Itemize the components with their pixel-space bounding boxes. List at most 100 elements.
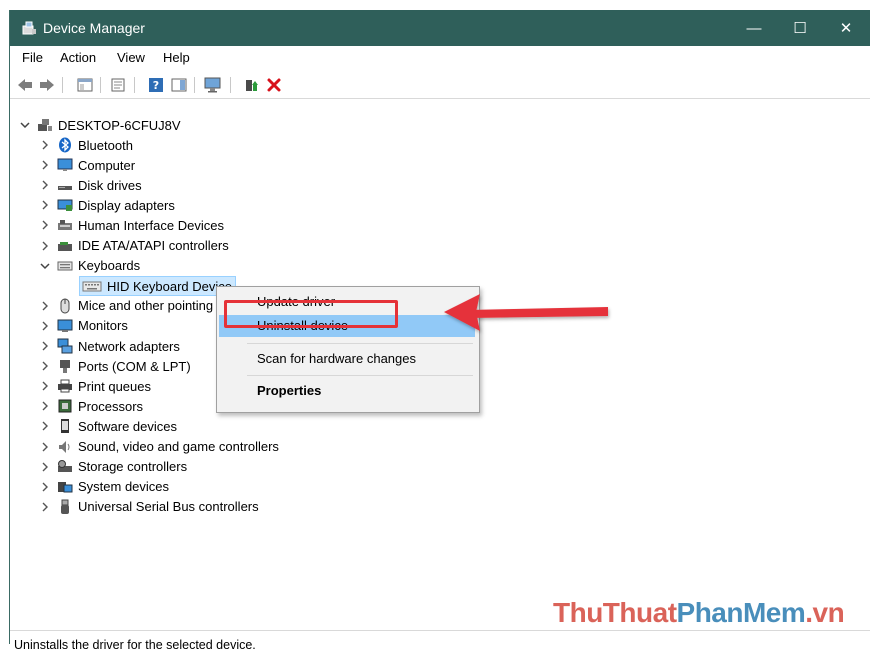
- maximize-button[interactable]: ☐: [777, 10, 823, 46]
- collapsed-chevron-icon[interactable]: [39, 320, 51, 332]
- forward-arrow-icon: [40, 79, 54, 91]
- collapsed-chevron-icon[interactable]: [39, 219, 51, 231]
- collapsed-chevron-icon[interactable]: [39, 501, 51, 513]
- category-label: Processors: [78, 398, 144, 414]
- hid-keyboard-device-row[interactable]: HID Keyboard Device: [79, 276, 236, 296]
- category-label: Network adapters: [78, 338, 180, 354]
- help-icon: ?: [149, 78, 163, 92]
- collapsed-chevron-icon[interactable]: [39, 139, 51, 151]
- menu-help[interactable]: Help: [163, 50, 190, 65]
- disk-drive-icon: [57, 177, 73, 193]
- annotation-highlight-box: [224, 300, 398, 328]
- collapsed-chevron-icon[interactable]: [39, 380, 51, 392]
- back-button[interactable]: [16, 77, 34, 93]
- category-label: Universal Serial Bus controllers: [78, 499, 259, 515]
- annotation-arrow-icon: [444, 294, 608, 331]
- display-adapter-icon: [57, 197, 73, 213]
- collapsed-chevron-icon[interactable]: [39, 240, 51, 252]
- scan-hardware-button[interactable]: [204, 77, 222, 93]
- collapsed-chevron-icon[interactable]: [39, 159, 51, 171]
- tree-category-monitor[interactable]: Monitors: [39, 316, 128, 336]
- collapsed-chevron-icon[interactable]: [39, 441, 51, 453]
- category-label: Display adapters: [78, 197, 175, 213]
- help-toolbar-button[interactable]: ?: [147, 77, 165, 93]
- collapsed-chevron-icon[interactable]: [39, 360, 51, 372]
- menu-action[interactable]: Action: [60, 50, 96, 65]
- collapsed-chevron-icon[interactable]: [39, 340, 51, 352]
- collapsed-chevron-icon[interactable]: [39, 300, 51, 312]
- system-device-icon: [57, 479, 73, 495]
- tree-category-network-adapter[interactable]: Network adapters: [39, 336, 180, 356]
- tree-category-software-device[interactable]: Software devices: [39, 416, 177, 436]
- menu-file[interactable]: File: [22, 50, 43, 65]
- tree-category-storage-controller[interactable]: Storage controllers: [39, 457, 187, 477]
- printer-icon: [57, 378, 73, 394]
- collapsed-chevron-icon[interactable]: [39, 420, 51, 432]
- tree-category-ide-controller[interactable]: IDE ATA/ATAPI controllers: [39, 236, 229, 256]
- category-label: Disk drives: [78, 177, 142, 193]
- tree-category-keyboard[interactable]: Keyboards: [39, 256, 140, 276]
- scan-hardware-label: Scan for hardware changes: [257, 351, 416, 366]
- software-device-icon: [57, 418, 73, 434]
- category-label: Print queues: [78, 378, 151, 394]
- menu-view[interactable]: View: [117, 50, 145, 65]
- processor-icon: [57, 398, 73, 414]
- tree-category-display-adapter[interactable]: Display adapters: [39, 195, 175, 215]
- watermark-part2: PhanMem: [676, 597, 806, 628]
- category-label: Software devices: [78, 418, 177, 434]
- collapsed-chevron-icon[interactable]: [39, 199, 51, 211]
- category-label: Ports (COM & LPT): [78, 358, 191, 374]
- expanded-chevron-icon[interactable]: [39, 260, 51, 272]
- bluetooth-icon: [57, 137, 73, 153]
- close-button[interactable]: ✕: [823, 10, 869, 46]
- keyboard-device-icon: [82, 278, 102, 294]
- mouse-icon: [57, 298, 73, 314]
- hid-icon: [57, 217, 73, 233]
- properties-menu-item[interactable]: Properties: [219, 380, 475, 402]
- watermark-part3: .vn: [805, 597, 845, 628]
- minimize-button[interactable]: —: [731, 10, 777, 46]
- uninstall-toolbar-button[interactable]: [265, 77, 283, 93]
- title-bar: Device Manager — ☐ ✕: [10, 10, 870, 46]
- scan-hardware-menu-item[interactable]: Scan for hardware changes: [219, 348, 475, 370]
- tree-category-printer[interactable]: Print queues: [39, 376, 151, 396]
- properties-toolbar-button[interactable]: [109, 77, 127, 93]
- category-label: Storage controllers: [78, 459, 188, 475]
- tree-category-speaker[interactable]: Sound, video and game controllers: [39, 437, 279, 457]
- watermark: ThuThuatPhanMem.vn: [553, 597, 845, 629]
- ide-controller-icon: [57, 238, 73, 254]
- tree-category-processor[interactable]: Processors: [39, 396, 143, 416]
- add-driver-button[interactable]: [242, 77, 260, 93]
- monitor-icon: [57, 318, 73, 334]
- tree-category-disk-drive[interactable]: Disk drives: [39, 175, 142, 195]
- computer-root-icon: [37, 117, 53, 133]
- status-text: Uninstalls the driver for the selected d…: [14, 638, 256, 652]
- tree-category-hid[interactable]: Human Interface Devices: [39, 215, 224, 235]
- keyboard-icon: [57, 258, 73, 274]
- collapsed-chevron-icon[interactable]: [39, 400, 51, 412]
- tree-category-bluetooth[interactable]: Bluetooth: [39, 135, 133, 155]
- toolbar: ?: [10, 72, 870, 99]
- forward-button[interactable]: [38, 77, 56, 93]
- collapsed-chevron-icon[interactable]: [39, 461, 51, 473]
- tree-category-computer[interactable]: Computer: [39, 155, 135, 175]
- console-tree-icon: [77, 78, 93, 92]
- collapsed-chevron-icon[interactable]: [39, 179, 51, 191]
- expanded-chevron-icon[interactable]: [19, 119, 31, 131]
- category-label: Keyboards: [78, 258, 141, 274]
- storage-controller-icon: [57, 459, 73, 475]
- category-label: Sound, video and game controllers: [78, 439, 279, 454]
- tree-root[interactable]: DESKTOP-6CFUJ8V: [19, 115, 181, 135]
- collapsed-chevron-icon[interactable]: [39, 481, 51, 493]
- tree-category-port[interactable]: Ports (COM & LPT): [39, 356, 191, 376]
- scan-monitor-icon: [204, 77, 221, 93]
- show-hide-console-tree-button[interactable]: [76, 77, 94, 93]
- action-pane-button[interactable]: [170, 77, 188, 93]
- menu-separator: [247, 343, 473, 344]
- hid-keyboard-device-label: HID Keyboard Device: [107, 278, 232, 294]
- tree-category-system-device[interactable]: System devices: [39, 477, 169, 497]
- tree-category-usb[interactable]: Universal Serial Bus controllers: [39, 497, 259, 517]
- add-legacy-hardware-icon: [246, 80, 258, 91]
- status-bar: Uninstalls the driver for the selected d…: [10, 630, 870, 655]
- category-label: System devices: [78, 479, 170, 495]
